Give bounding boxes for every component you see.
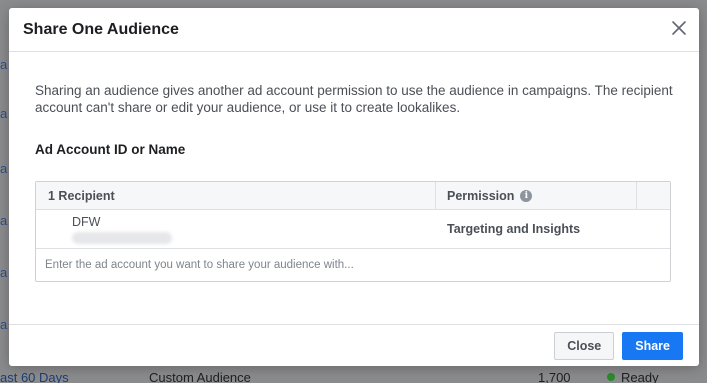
- background-link: a: [0, 107, 8, 121]
- share-audience-dialog: Share One Audience Sharing an audience g…: [9, 8, 699, 366]
- dialog-footer: Close Share: [9, 324, 699, 366]
- close-icon[interactable]: [671, 20, 687, 36]
- status-dot-icon: [607, 373, 615, 381]
- ad-account-input[interactable]: [36, 250, 670, 280]
- recipient-id-redacted: [72, 232, 172, 244]
- background-time-range: ast 60 Days: [0, 370, 69, 383]
- background-link: a: [0, 266, 8, 280]
- extra-column-header: [637, 182, 670, 209]
- share-button[interactable]: Share: [622, 331, 683, 360]
- background-link: a: [0, 318, 8, 332]
- table-row: DFW Targeting and Insights: [36, 210, 670, 249]
- dialog-header: Share One Audience: [9, 8, 699, 52]
- recipient-column-header: 1 Recipient: [36, 182, 436, 209]
- background-link: a: [0, 58, 8, 72]
- recipients-table: 1 Recipient Permission i DFW Targeting a…: [35, 181, 671, 282]
- recipient-input-row: [36, 249, 670, 281]
- recipient-header-label: 1 Recipient: [48, 188, 115, 203]
- background-table-row: ast 60 Days Custom Audience 1,700 Ready: [0, 368, 707, 383]
- close-button[interactable]: Close: [554, 331, 615, 360]
- account-label: Ad Account ID or Name: [35, 142, 186, 157]
- dialog-title: Share One Audience: [23, 20, 179, 38]
- background-status: Ready: [607, 370, 659, 383]
- dialog-body: Sharing an audience gives another ad acc…: [9, 52, 699, 282]
- permission-cell: Targeting and Insights: [447, 222, 581, 236]
- background-audience-size: 1,700: [538, 370, 571, 383]
- permission-column-header: Permission i: [436, 182, 637, 209]
- recipient-cell: DFW: [36, 210, 436, 248]
- recipient-name: DFW: [72, 215, 101, 229]
- background-status-label: Ready: [621, 370, 659, 383]
- background-link: a: [0, 214, 8, 228]
- background-audience-type: Custom Audience: [149, 370, 251, 383]
- intro-text: Sharing an audience gives another ad acc…: [35, 83, 673, 115]
- background-link: a: [0, 162, 8, 176]
- recipients-header: 1 Recipient Permission i: [36, 182, 670, 210]
- permission-header-label: Permission: [447, 188, 515, 203]
- info-icon[interactable]: i: [520, 189, 533, 202]
